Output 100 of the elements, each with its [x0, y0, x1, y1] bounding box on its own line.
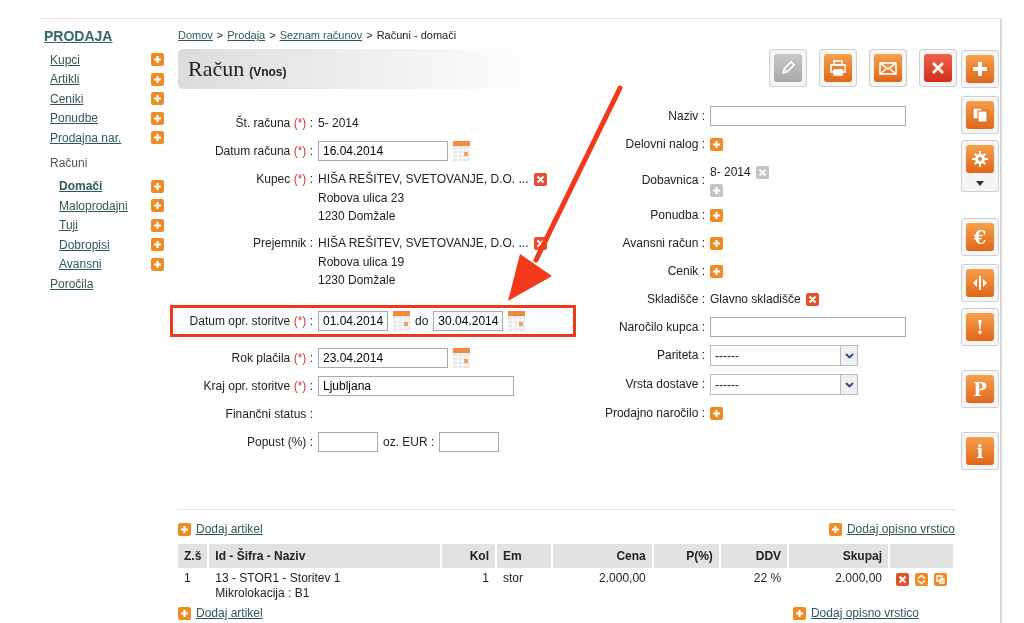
breadcrumb-link[interactable]: Seznam računov [279, 29, 363, 43]
input-field[interactable] [710, 317, 906, 337]
column-header: Kol [442, 544, 495, 568]
add-icon[interactable] [151, 53, 164, 67]
address-line: HIŠA REŠITEV, SVETOVANJE, D.O. ... [318, 170, 529, 188]
column-header: Skupaj [789, 544, 888, 568]
calendar-icon[interactable] [453, 141, 470, 161]
page-title: Račun [188, 56, 245, 82]
address-line: 1230 Domžale [318, 272, 397, 289]
breadcrumb-link[interactable]: Domov [178, 29, 213, 43]
table-cell-text: 13 - STOR1 - Storitev 1 [215, 571, 342, 586]
field-label: Naziv : [667, 108, 705, 125]
remove-icon[interactable] [755, 165, 769, 179]
date-field[interactable]: 23.04.2014 [318, 348, 448, 368]
date-field[interactable]: 01.04.2014 [318, 311, 388, 331]
input-field[interactable] [318, 432, 378, 452]
breadcrumb-separator: > [216, 29, 224, 43]
range-separator: do [415, 313, 429, 330]
add-button[interactable] [961, 50, 999, 88]
chevron-down-icon [844, 381, 854, 388]
field-label: Datum opr. storitve (*) : [188, 313, 313, 330]
nav-link[interactable]: Avansni [59, 257, 102, 272]
nav-link[interactable]: Tuji [59, 218, 78, 233]
address-line: Robova ulica 19 [318, 254, 406, 271]
add-icon[interactable] [151, 111, 164, 125]
remove-icon[interactable] [896, 573, 909, 586]
nav-link[interactable]: Dobropisi [59, 237, 110, 252]
print-button[interactable] [819, 49, 857, 87]
nav-link[interactable]: Artikli [50, 72, 80, 87]
column-header: Z.š [178, 544, 208, 568]
select-field[interactable]: ------ [710, 374, 858, 395]
add-link[interactable]: Dodaj opisno vrstico [828, 522, 955, 536]
field-label: Ponudba : [649, 207, 705, 224]
field-label: Pariteta : [655, 347, 705, 364]
field-label: Delovni nalog : [624, 136, 705, 153]
add-icon[interactable] [710, 406, 723, 420]
add-icon[interactable] [151, 131, 164, 145]
field-label: Vrsta dostave : [624, 376, 705, 393]
add-icon[interactable] [710, 264, 723, 278]
date-field[interactable]: 30.04.2014 [433, 311, 504, 331]
add-icon[interactable] [178, 522, 191, 536]
delete-button[interactable] [919, 49, 957, 87]
add-icon[interactable] [792, 606, 806, 620]
address-line: HIŠA REŠITEV, SVETOVANJE, D.O. ... [318, 234, 529, 252]
field-label: Finančni status : [224, 406, 313, 423]
add-link[interactable]: Dodaj artikel [178, 606, 263, 620]
calendar-icon[interactable] [393, 311, 410, 331]
nav-link[interactable]: Kupci [50, 52, 81, 67]
column-header: DDV [720, 544, 788, 568]
input-field[interactable] [439, 432, 500, 452]
add-icon[interactable] [710, 208, 723, 222]
add-link[interactable]: Dodaj artikel [178, 522, 263, 536]
section-title[interactable]: PRODAJA [44, 28, 174, 44]
calendar-icon[interactable] [453, 348, 470, 368]
split-button[interactable] [961, 264, 999, 302]
add-icon[interactable] [151, 238, 164, 252]
add-icon[interactable] [710, 236, 723, 250]
add-icon[interactable] [151, 199, 164, 213]
settings-icon [970, 149, 990, 169]
column-header [890, 544, 953, 568]
column-header: Id - Šifra - Naziv [209, 544, 441, 568]
add-icon[interactable] [178, 606, 191, 620]
copy-icon[interactable] [934, 573, 947, 586]
up-down-icon[interactable] [915, 573, 928, 586]
chevron-down-icon [844, 352, 854, 359]
caret-icon[interactable] [976, 181, 984, 186]
column-header: Cena [552, 544, 652, 568]
input-field[interactable]: Ljubljana [318, 376, 514, 396]
breadcrumb-link[interactable]: Prodaja [227, 29, 266, 43]
remove-icon[interactable] [805, 292, 819, 306]
nav-link[interactable]: Poročila [50, 276, 94, 291]
field-label: Rok plačila (*) : [230, 350, 313, 367]
printer-icon [828, 58, 848, 78]
copy-button[interactable] [961, 96, 999, 134]
select-field[interactable]: ------ [710, 345, 858, 366]
add-icon[interactable] [151, 72, 164, 86]
page-subtitle: (Vnos) [249, 64, 287, 79]
add-icon[interactable] [828, 522, 842, 536]
nav-link[interactable]: Prodajna nar. [50, 130, 122, 145]
copy-icon [970, 105, 990, 125]
column-header: P(%) [653, 544, 719, 568]
date-field[interactable]: 16.04.2014 [318, 141, 448, 161]
add-link[interactable]: Dodaj opisno vrstico [792, 606, 919, 620]
calendar-icon[interactable] [508, 311, 526, 331]
nav-link[interactable]: Ponudbe [50, 111, 99, 126]
mail-button[interactable] [869, 49, 907, 87]
add-icon[interactable] [151, 179, 164, 193]
add-icon[interactable] [151, 218, 164, 232]
plus-icon [970, 59, 990, 79]
add-icon[interactable] [151, 257, 164, 271]
field-value: 5- 2014 [318, 115, 359, 132]
address-line: Robova ulica 23 [318, 190, 406, 207]
input-field[interactable] [710, 106, 906, 126]
remove-icon[interactable] [533, 172, 547, 186]
add-icon[interactable] [710, 137, 723, 151]
nav-link[interactable]: Ceniki [50, 91, 84, 106]
field-label: Prejemnik : [251, 235, 313, 252]
add-icon[interactable] [151, 92, 164, 106]
nav-link[interactable]: Maloprodajni [59, 198, 128, 213]
nav-link[interactable]: Domači [59, 179, 103, 194]
